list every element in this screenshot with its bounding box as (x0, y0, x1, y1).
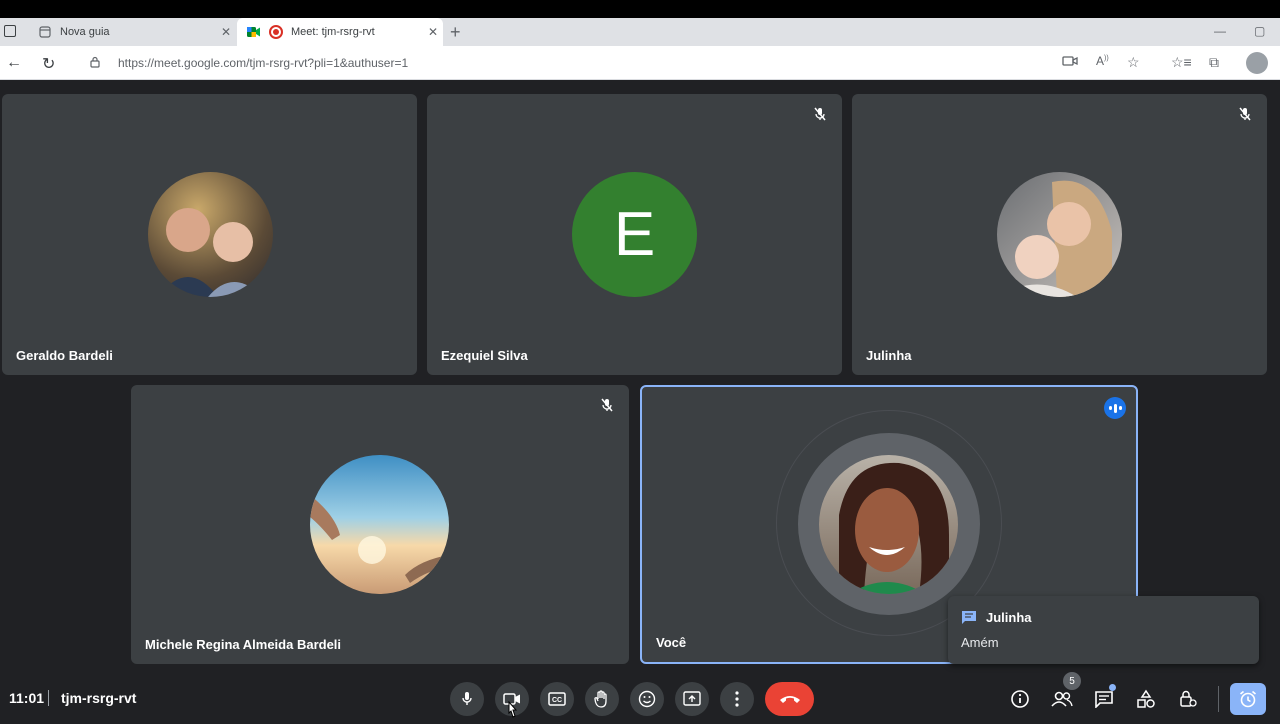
url-field[interactable]: https://meet.google.com/tjm-rsrg-rvt?pli… (78, 50, 1158, 76)
more-vert-icon (735, 691, 739, 707)
recording-icon (269, 25, 283, 39)
meeting-code: tjm-rsrg-rvt (61, 690, 137, 706)
lock-person-icon (1180, 690, 1197, 707)
chat-message-icon (961, 610, 977, 631)
page-icon (38, 25, 52, 39)
participant-avatar (997, 172, 1122, 297)
host-controls-button[interactable] (1175, 686, 1201, 712)
meeting-control-bar: 11:01 tjm-rsrg-rvt CC (0, 676, 1280, 720)
tab-close-icon[interactable]: ✕ (216, 25, 236, 39)
collections-icon[interactable]: ⧉ (1209, 54, 1219, 71)
lock-icon (90, 56, 104, 71)
read-aloud-icon[interactable]: A)) (1096, 54, 1109, 68)
back-icon[interactable]: ← (6, 54, 22, 72)
mouse-cursor-icon (506, 700, 518, 724)
captions-icon: CC (548, 692, 566, 706)
participant-avatar: E (572, 172, 697, 297)
hangup-icon (779, 696, 800, 703)
camera-in-use-icon[interactable] (1062, 54, 1078, 70)
activities-button[interactable] (1133, 686, 1159, 712)
participant-count-badge: 5 (1063, 672, 1081, 690)
participant-name: Michele Regina Almeida Bardeli (145, 637, 342, 652)
profile-avatar[interactable] (1246, 52, 1268, 74)
emoji-icon (638, 690, 656, 708)
tab-meet[interactable]: Meet: tjm-rsrg-rvt ✕ (237, 18, 443, 46)
chat-icon (1095, 691, 1113, 708)
raise-hand-button[interactable] (585, 682, 619, 716)
tab-nova-guia[interactable]: Nova guia ✕ (28, 18, 236, 46)
maximize-icon[interactable]: ▢ (1254, 24, 1265, 38)
reload-icon[interactable]: ↻ (42, 54, 55, 74)
participant-tile: Geraldo Bardeli (2, 94, 417, 375)
meet-logo-icon (247, 25, 261, 39)
add-favorite-icon[interactable]: ☆ (1127, 54, 1140, 71)
participant-avatar (148, 172, 273, 297)
mic-icon (462, 692, 472, 705)
url-text: https://meet.google.com/tjm-rsrg-rvt?pli… (118, 56, 408, 70)
speaking-indicator-icon (1104, 397, 1126, 419)
mic-off-icon (599, 397, 615, 413)
url-host: https://meet.google.com (118, 56, 247, 70)
address-bar: ← ↻ https://meet.google.com/tjm-rsrg-rvt… (0, 46, 1280, 80)
timer-button[interactable] (1230, 683, 1266, 715)
divider (48, 690, 49, 706)
chat-notification[interactable]: Julinha Amém (948, 596, 1259, 664)
participant-tile: E Ezequiel Silva (427, 94, 842, 375)
chat-sender: Julinha (986, 610, 1032, 625)
participant-name: Julinha (866, 348, 912, 363)
os-top-strip (0, 0, 1280, 18)
participant-name: Você (656, 635, 687, 650)
more-options-button[interactable] (720, 682, 754, 716)
tab-title: Nova guia (60, 26, 110, 38)
hand-icon (594, 690, 607, 708)
chat-message: Amém (961, 635, 999, 650)
tab-strip: Nova guia ✕ Meet: tjm-rsrg-rvt ✕ + — ▢ (0, 18, 1280, 46)
microphone-button[interactable] (450, 682, 484, 716)
participant-avatar (819, 455, 958, 594)
participant-avatar (310, 455, 449, 594)
clock: 11:01 (9, 690, 45, 706)
tab-actions-icon[interactable] (4, 25, 16, 37)
alarm-icon (1239, 690, 1257, 708)
divider (1218, 686, 1219, 712)
favorites-icon[interactable]: ☆≡ (1171, 54, 1192, 71)
participant-tile: Julinha (852, 94, 1267, 375)
people-icon (1051, 691, 1073, 707)
emoji-reactions-button[interactable] (630, 682, 664, 716)
participant-tile: Michele Regina Almeida Bardeli (131, 385, 629, 664)
meeting-details-button[interactable] (1007, 686, 1033, 712)
participant-name: Geraldo Bardeli (16, 348, 113, 363)
new-tab-icon[interactable]: + (450, 22, 461, 43)
participant-name: Ezequiel Silva (441, 348, 528, 363)
tab-title: Meet: tjm-rsrg-rvt (291, 26, 375, 38)
leave-call-button[interactable] (765, 682, 814, 716)
unread-chat-dot (1109, 684, 1116, 691)
present-screen-button[interactable] (675, 682, 709, 716)
present-icon (683, 691, 701, 706)
url-path: /tjm-rsrg-rvt?pli=1&authuser=1 (246, 56, 409, 70)
mic-off-icon (812, 106, 828, 122)
mic-off-icon (1237, 106, 1253, 122)
minimize-icon[interactable]: — (1214, 24, 1226, 38)
tab-close-icon[interactable]: ✕ (423, 25, 443, 39)
shapes-icon (1137, 689, 1155, 708)
captions-button[interactable]: CC (540, 682, 574, 716)
svg-text:CC: CC (552, 697, 562, 704)
info-icon (1011, 690, 1029, 708)
